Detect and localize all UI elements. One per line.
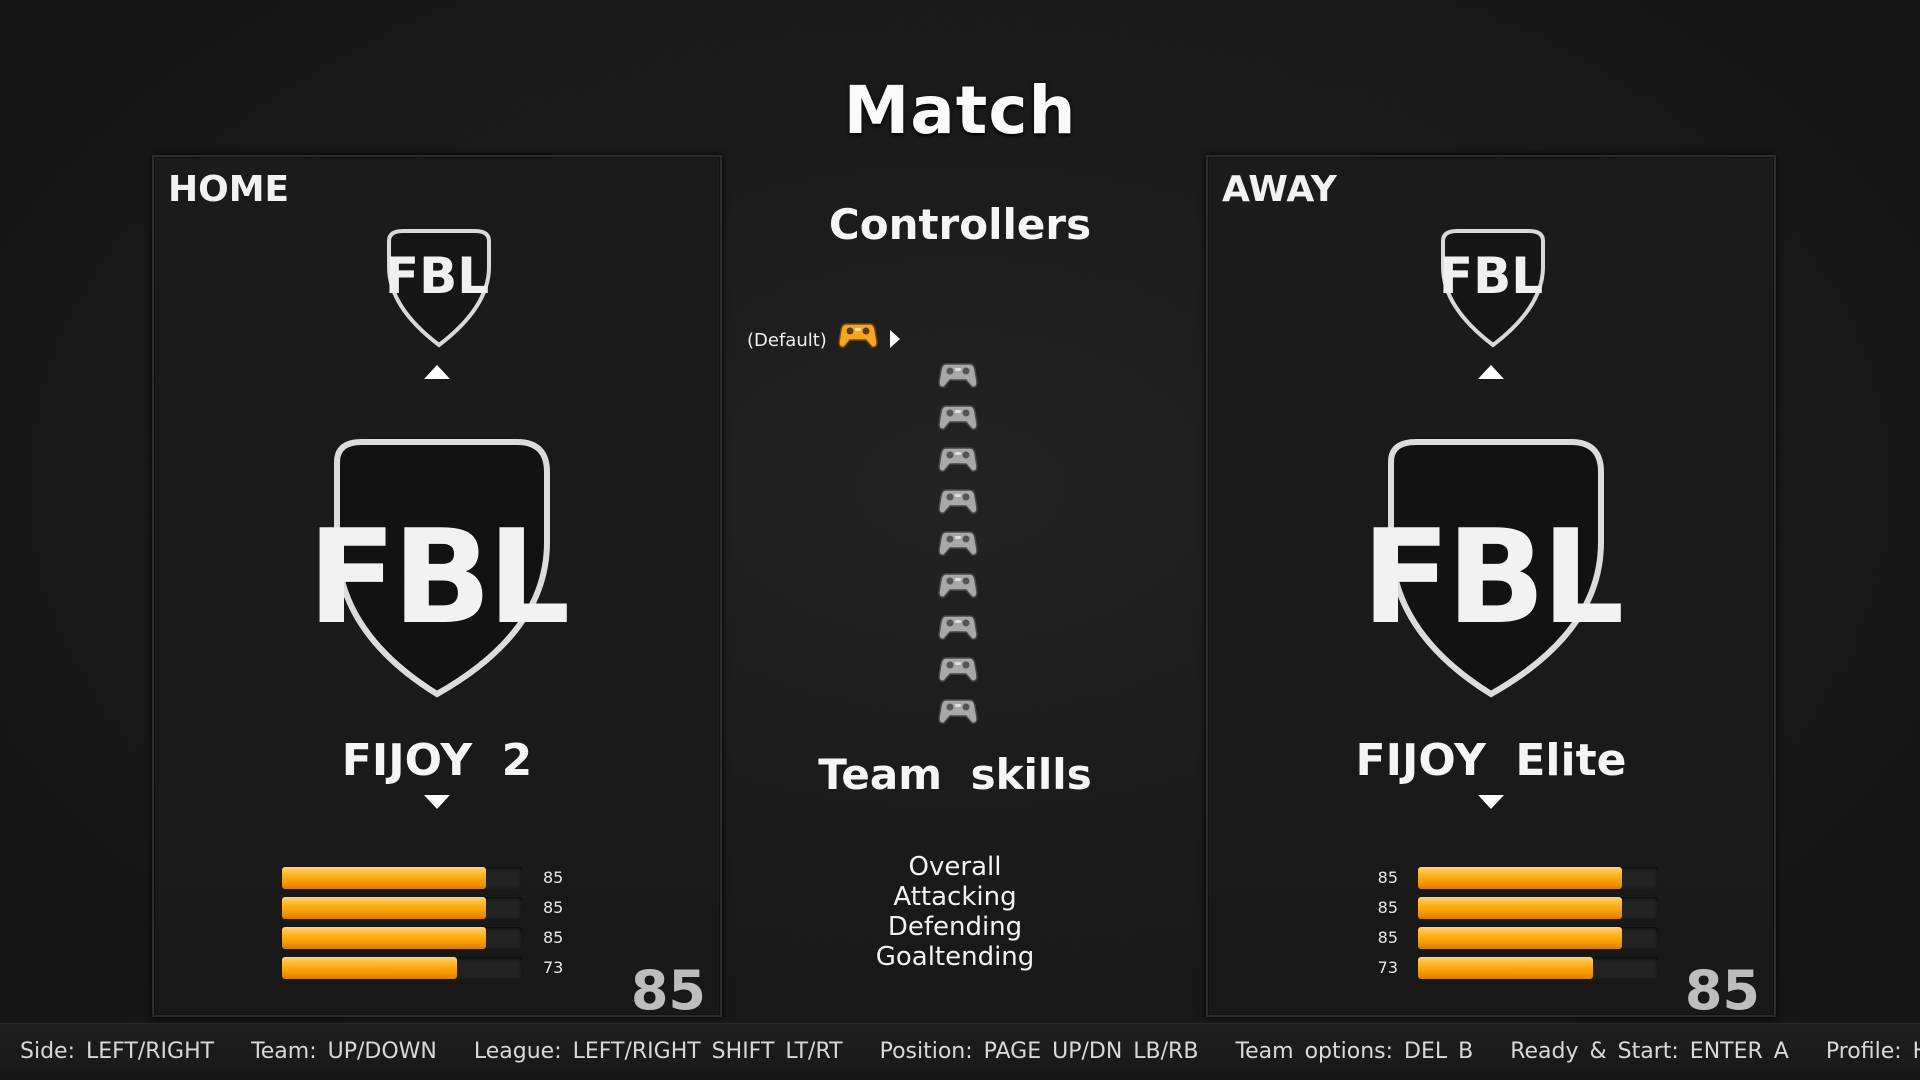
- hint-team: Team: UP/DOWN: [251, 1039, 437, 1064]
- away-attacking-value: 85: [1377, 898, 1398, 917]
- hint-position: Position: PAGE UP/DN LB/RB: [879, 1039, 1199, 1064]
- away-goaltending-value: 73: [1377, 958, 1398, 977]
- hint-league: League: LEFT/RIGHT SHIFT LT/RT: [473, 1039, 843, 1064]
- controller-list: [938, 358, 978, 736]
- home-team-logo-icon: FBL: [308, 439, 567, 698]
- away-bar-track: [1418, 927, 1658, 949]
- gamepad-gray-icon[interactable]: [938, 694, 978, 726]
- away-skill-row-defending: 85: [1358, 922, 1658, 952]
- gamepad-gray-icon[interactable]: [938, 400, 978, 432]
- default-controller-label: (Default): [747, 330, 827, 351]
- home-team-logo-text: FBL: [308, 501, 567, 653]
- gamepad-gray-icon[interactable]: [938, 610, 978, 642]
- gamepad-orange-icon[interactable]: [838, 318, 878, 350]
- away-goaltending-bar: [1418, 957, 1594, 979]
- away-team-name: FIJOY Elite: [1355, 735, 1627, 786]
- away-league-up-arrow[interactable]: [1478, 365, 1504, 379]
- away-team-logo-icon: FBL: [1362, 439, 1621, 698]
- away-side-label: AWAY: [1222, 169, 1337, 210]
- home-league-logo-text: FBL: [385, 247, 489, 305]
- home-league-up-arrow[interactable]: [424, 365, 450, 379]
- gamepad-gray-icon[interactable]: [938, 358, 978, 390]
- hint-ready-start: Ready & Start: ENTER A: [1510, 1039, 1789, 1064]
- away-defending-value: 85: [1377, 928, 1398, 947]
- away-overall-bar: [1418, 867, 1622, 889]
- gamepad-gray-icon[interactable]: [938, 652, 978, 684]
- away-team-logo-text: FBL: [1362, 501, 1621, 653]
- away-skill-bars: 85 85 85 73: [1358, 862, 1658, 982]
- away-bar-track: [1418, 867, 1658, 889]
- away-attacking-bar: [1418, 897, 1622, 919]
- away-skill-row-goaltending: 73: [1358, 952, 1658, 982]
- away-league-logo-icon[interactable]: FBL: [1431, 227, 1555, 351]
- hint-team-options: Team options: DEL B: [1235, 1039, 1474, 1064]
- away-overall-value: 85: [1377, 868, 1398, 887]
- gamepad-gray-icon[interactable]: [938, 484, 978, 516]
- away-bar-track: [1418, 897, 1658, 919]
- hint-side: Side: LEFT/RIGHT: [20, 1039, 215, 1064]
- gamepad-gray-icon[interactable]: [938, 442, 978, 474]
- away-league-logo-text: FBL: [1439, 247, 1543, 305]
- gamepad-gray-icon[interactable]: [938, 526, 978, 558]
- away-bar-track: [1418, 957, 1658, 979]
- away-defending-bar: [1418, 927, 1622, 949]
- controller-side-right-arrow[interactable]: [890, 330, 900, 348]
- footer-hints-bar: Side: LEFT/RIGHT Team: UP/DOWN League: L…: [0, 1023, 1920, 1080]
- away-skill-row-attacking: 85: [1358, 892, 1658, 922]
- away-overall-rating: 85: [1684, 959, 1760, 1022]
- away-skill-row-overall: 85: [1358, 862, 1658, 892]
- hint-profile: Profile: HOME X: [1825, 1039, 1920, 1064]
- away-panel: AWAY FBL FBL FIJOY Elite 85 85 85 73 85: [1206, 155, 1776, 1022]
- gamepad-gray-icon[interactable]: [938, 568, 978, 600]
- away-team-down-arrow[interactable]: [1478, 795, 1504, 809]
- page-title: Match: [843, 72, 1077, 149]
- footer-hints: Side: LEFT/RIGHT Team: UP/DOWN League: L…: [20, 1039, 1920, 1064]
